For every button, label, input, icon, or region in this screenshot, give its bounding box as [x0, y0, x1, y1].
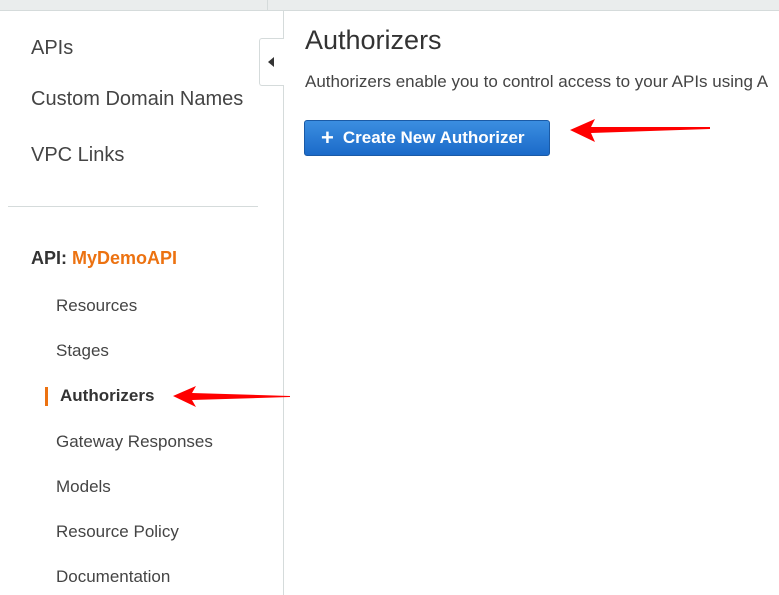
page-title: Authorizers	[305, 25, 442, 55]
active-indicator	[45, 387, 48, 406]
top-bar-divider	[267, 0, 268, 10]
sidebar-item-resource-policy[interactable]: Resource Policy	[56, 522, 179, 542]
sidebar-divider	[8, 206, 258, 207]
main-content: Authorizers Authorizers enable you to co…	[284, 11, 779, 595]
nav-link-custom-domain-names[interactable]: Custom Domain Names	[31, 88, 243, 111]
plus-icon: +	[321, 125, 334, 150]
sidebar-item-documentation[interactable]: Documentation	[56, 567, 170, 587]
nav-link-apis[interactable]: APIs	[31, 37, 73, 60]
create-button-label: Create New Authorizer	[342, 128, 525, 147]
api-heading: API: MyDemoAPI	[31, 248, 177, 269]
api-name-link[interactable]: MyDemoAPI	[72, 248, 177, 268]
nav-link-vpc-links[interactable]: VPC Links	[31, 144, 124, 167]
caret-left-icon	[268, 57, 274, 67]
create-new-authorizer-button[interactable]: + Create New Authorizer	[304, 120, 550, 156]
top-bar	[0, 0, 779, 11]
api-prefix-label: API:	[31, 248, 67, 268]
sidebar-item-models[interactable]: Models	[56, 477, 111, 497]
sidebar-item-gateway-responses[interactable]: Gateway Responses	[56, 432, 213, 452]
sidebar-collapse-button[interactable]	[259, 38, 284, 86]
page-description: Authorizers enable you to control access…	[305, 72, 769, 91]
sidebar: APIs Custom Domain Names VPC Links API: …	[0, 11, 284, 595]
sidebar-item-resources[interactable]: Resources	[56, 296, 137, 316]
sidebar-item-stages[interactable]: Stages	[56, 341, 109, 361]
sidebar-item-authorizers[interactable]: Authorizers	[60, 386, 154, 406]
